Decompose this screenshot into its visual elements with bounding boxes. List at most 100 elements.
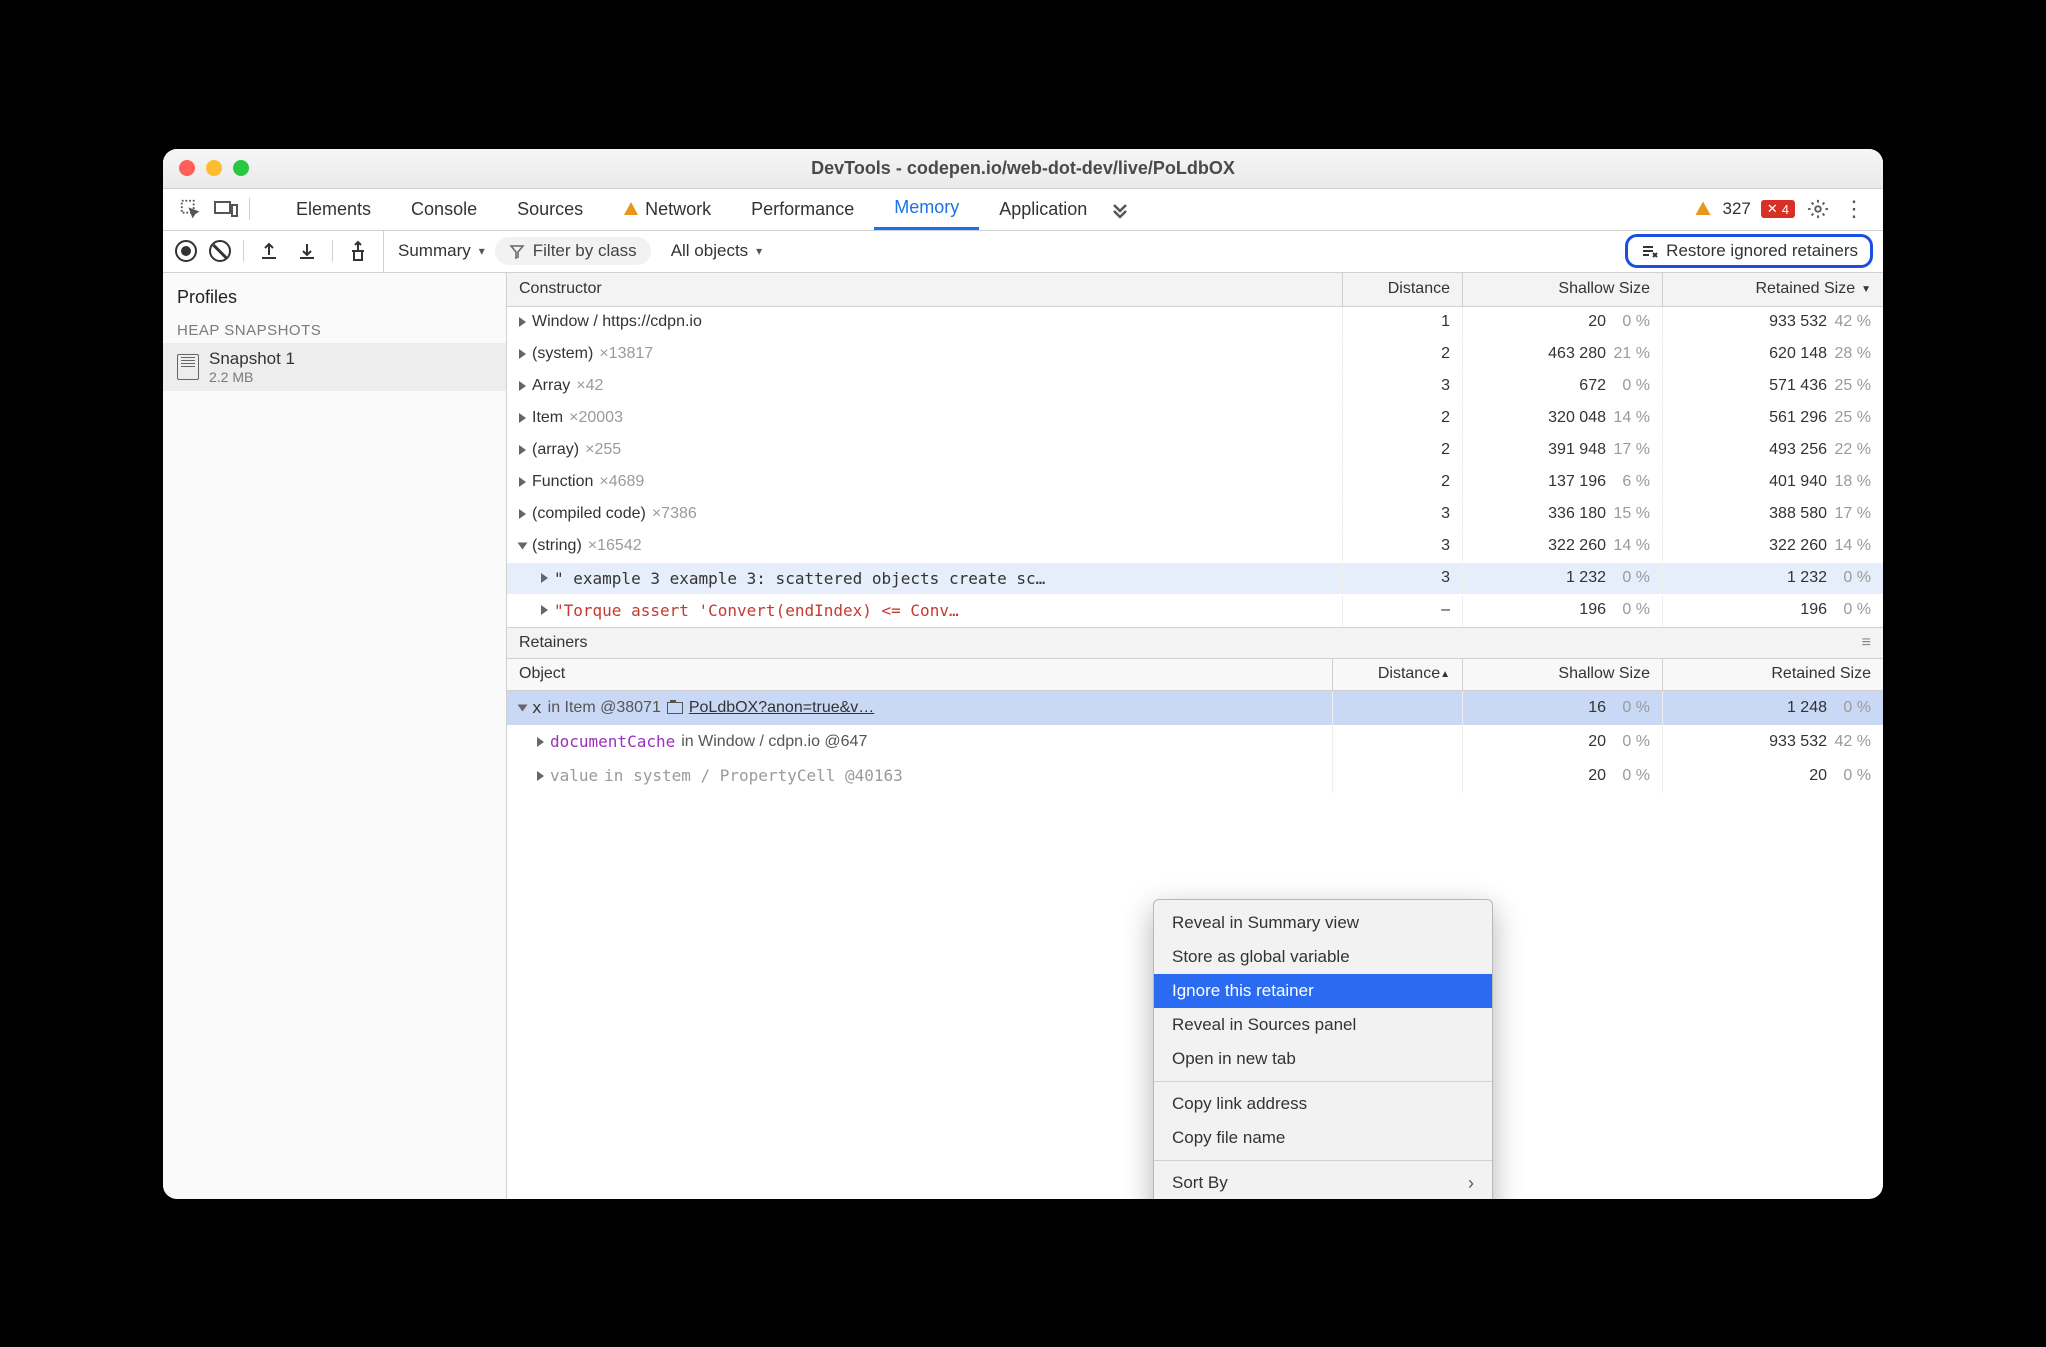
tab-memory[interactable]: Memory	[874, 189, 979, 230]
tab-network[interactable]: Network	[603, 189, 731, 230]
table-row[interactable]: (compiled code) ×7386 3 336 180 15 % 388…	[507, 499, 1883, 531]
table-row[interactable]: Item ×20003 2 320 048 14 % 561 296 25 %	[507, 403, 1883, 435]
constructor-count: ×255	[585, 441, 621, 459]
view-dropdown-label: Summary	[398, 241, 471, 261]
menu-item[interactable]: Copy link address	[1154, 1087, 1492, 1121]
col-retained-size[interactable]: Retained Size	[1663, 659, 1883, 690]
menu-item[interactable]: Sort By	[1154, 1166, 1492, 1199]
string-value: "Torque assert 'Convert(endIndex) <= Con…	[554, 601, 959, 620]
record-icon[interactable]	[175, 240, 197, 262]
retained-cell: 493 256 22 %	[1663, 435, 1883, 466]
tab-application[interactable]: Application	[979, 189, 1107, 230]
download-icon[interactable]	[294, 238, 320, 264]
col-distance[interactable]: Distance▲	[1333, 659, 1463, 690]
warning-count[interactable]: 327	[1722, 199, 1750, 219]
disclosure-icon[interactable]	[519, 349, 526, 359]
element-icon	[667, 702, 683, 714]
clear-icon[interactable]	[209, 240, 231, 262]
shallow-cell: 336 180 15 %	[1463, 499, 1663, 530]
retained-cell: 1 232 0 %	[1663, 563, 1883, 594]
menu-item[interactable]: Store as global variable	[1154, 940, 1492, 974]
snapshot-name: Snapshot 1	[209, 349, 295, 369]
retained-cell: 620 148 28 %	[1663, 339, 1883, 370]
col-shallow-size[interactable]: Shallow Size	[1463, 273, 1663, 306]
upload-icon[interactable]	[256, 238, 282, 264]
inspect-icon[interactable]	[177, 196, 203, 222]
devtools-window: DevTools - codepen.io/web-dot-dev/live/P…	[163, 149, 1883, 1199]
kebab-icon[interactable]: ⋮	[1841, 196, 1867, 222]
shallow-cell: 16 0 %	[1463, 691, 1663, 725]
gear-icon[interactable]	[1805, 196, 1831, 222]
shallow-cell: 320 048 14 %	[1463, 403, 1663, 434]
context-menu: Reveal in Summary viewStore as global va…	[1153, 899, 1493, 1199]
table-row[interactable]: " example 3 example 3: scattered objects…	[507, 563, 1883, 595]
retainers-menu-icon[interactable]: ≡	[1862, 634, 1871, 652]
table-row[interactable]: (string) ×16542 3 322 260 14 % 322 260 1…	[507, 531, 1883, 563]
table-row[interactable]: x in Item @38071 PoLdbOX?anon=true&v… 16…	[507, 691, 1883, 725]
table-row[interactable]: (array) ×255 2 391 948 17 % 493 256 22 %	[507, 435, 1883, 467]
collect-garbage-icon[interactable]	[345, 238, 371, 264]
error-badge[interactable]: ✕ 4	[1761, 200, 1795, 218]
tab-performance[interactable]: Performance	[731, 189, 874, 230]
tab-label: Performance	[751, 199, 854, 220]
disclosure-icon[interactable]	[519, 317, 526, 327]
shallow-cell: 672 0 %	[1463, 371, 1663, 402]
disclosure-icon[interactable]	[519, 509, 526, 519]
distance-cell: 3	[1343, 563, 1463, 594]
shallow-cell: 137 196 6 %	[1463, 467, 1663, 498]
distance-cell: 2	[1343, 339, 1463, 370]
restore-ignored-retainers-button[interactable]: Restore ignored retainers	[1625, 234, 1873, 268]
disclosure-icon[interactable]	[518, 543, 528, 550]
disclosure-icon[interactable]	[518, 704, 528, 711]
more-tabs-icon[interactable]	[1107, 196, 1133, 222]
col-object[interactable]: Object	[507, 659, 1333, 690]
col-distance[interactable]: Distance	[1343, 273, 1463, 306]
table-row[interactable]: "Torque assert 'Convert(endIndex) <= Con…	[507, 595, 1883, 627]
table-row[interactable]: (system) ×13817 2 463 280 21 % 620 148 2…	[507, 339, 1883, 371]
sidebar-item-snapshot[interactable]: Snapshot 1 2.2 MB	[163, 343, 506, 391]
disclosure-icon[interactable]	[541, 605, 548, 615]
menu-item[interactable]: Copy file name	[1154, 1121, 1492, 1155]
source-link[interactable]: PoLdbOX?anon=true&v…	[689, 699, 874, 717]
table-row[interactable]: Window / https://cdpn.io 1 20 0 % 933 53…	[507, 307, 1883, 339]
disclosure-icon[interactable]	[541, 573, 548, 583]
tab-elements[interactable]: Elements	[276, 189, 391, 230]
col-shallow-size[interactable]: Shallow Size	[1463, 659, 1663, 690]
table-row[interactable]: documentCache in Window / cdpn.io @647 2…	[507, 725, 1883, 759]
col-constructor[interactable]: Constructor	[507, 273, 1343, 306]
toolbar: Summary Filter by class All objects Rest…	[163, 231, 1883, 273]
disclosure-icon[interactable]	[519, 477, 526, 487]
tab-sources[interactable]: Sources	[497, 189, 603, 230]
disclosure-icon[interactable]	[519, 381, 526, 391]
restore-label: Restore ignored retainers	[1666, 241, 1858, 261]
warning-icon[interactable]	[1694, 200, 1712, 218]
device-icon[interactable]	[213, 196, 239, 222]
tab-label: Network	[645, 199, 711, 220]
distance-cell	[1333, 725, 1463, 759]
table-row[interactable]: value in system / PropertyCell @40163 20…	[507, 759, 1883, 793]
disclosure-icon[interactable]	[519, 445, 526, 455]
tab-label: Sources	[517, 199, 583, 220]
menu-item[interactable]: Reveal in Summary view	[1154, 906, 1492, 940]
constructor-name: (system)	[532, 345, 593, 363]
shallow-cell: 196 0 %	[1463, 595, 1663, 626]
disclosure-icon[interactable]	[519, 413, 526, 423]
profiles-heading: Profiles	[163, 281, 506, 314]
objects-dropdown-label: All objects	[671, 241, 748, 261]
tab-console[interactable]: Console	[391, 189, 497, 230]
menu-item[interactable]: Open in new tab	[1154, 1042, 1492, 1076]
retained-cell: 571 436 25 %	[1663, 371, 1883, 402]
view-dropdown[interactable]: Summary	[398, 241, 485, 261]
disclosure-icon[interactable]	[537, 771, 544, 781]
shallow-cell: 20 0 %	[1463, 307, 1663, 338]
constructor-count: ×13817	[599, 345, 653, 363]
disclosure-icon[interactable]	[537, 737, 544, 747]
col-retained-size[interactable]: Retained Size ▼	[1663, 273, 1883, 306]
filter-input[interactable]: Filter by class	[495, 237, 651, 265]
objects-dropdown[interactable]: All objects	[671, 241, 763, 261]
menu-item[interactable]: Reveal in Sources panel	[1154, 1008, 1492, 1042]
menu-item[interactable]: Ignore this retainer	[1154, 974, 1492, 1008]
table-row[interactable]: Array ×42 3 672 0 % 571 436 25 %	[507, 371, 1883, 403]
separator	[1154, 1081, 1492, 1082]
table-row[interactable]: Function ×4689 2 137 196 6 % 401 940 18 …	[507, 467, 1883, 499]
